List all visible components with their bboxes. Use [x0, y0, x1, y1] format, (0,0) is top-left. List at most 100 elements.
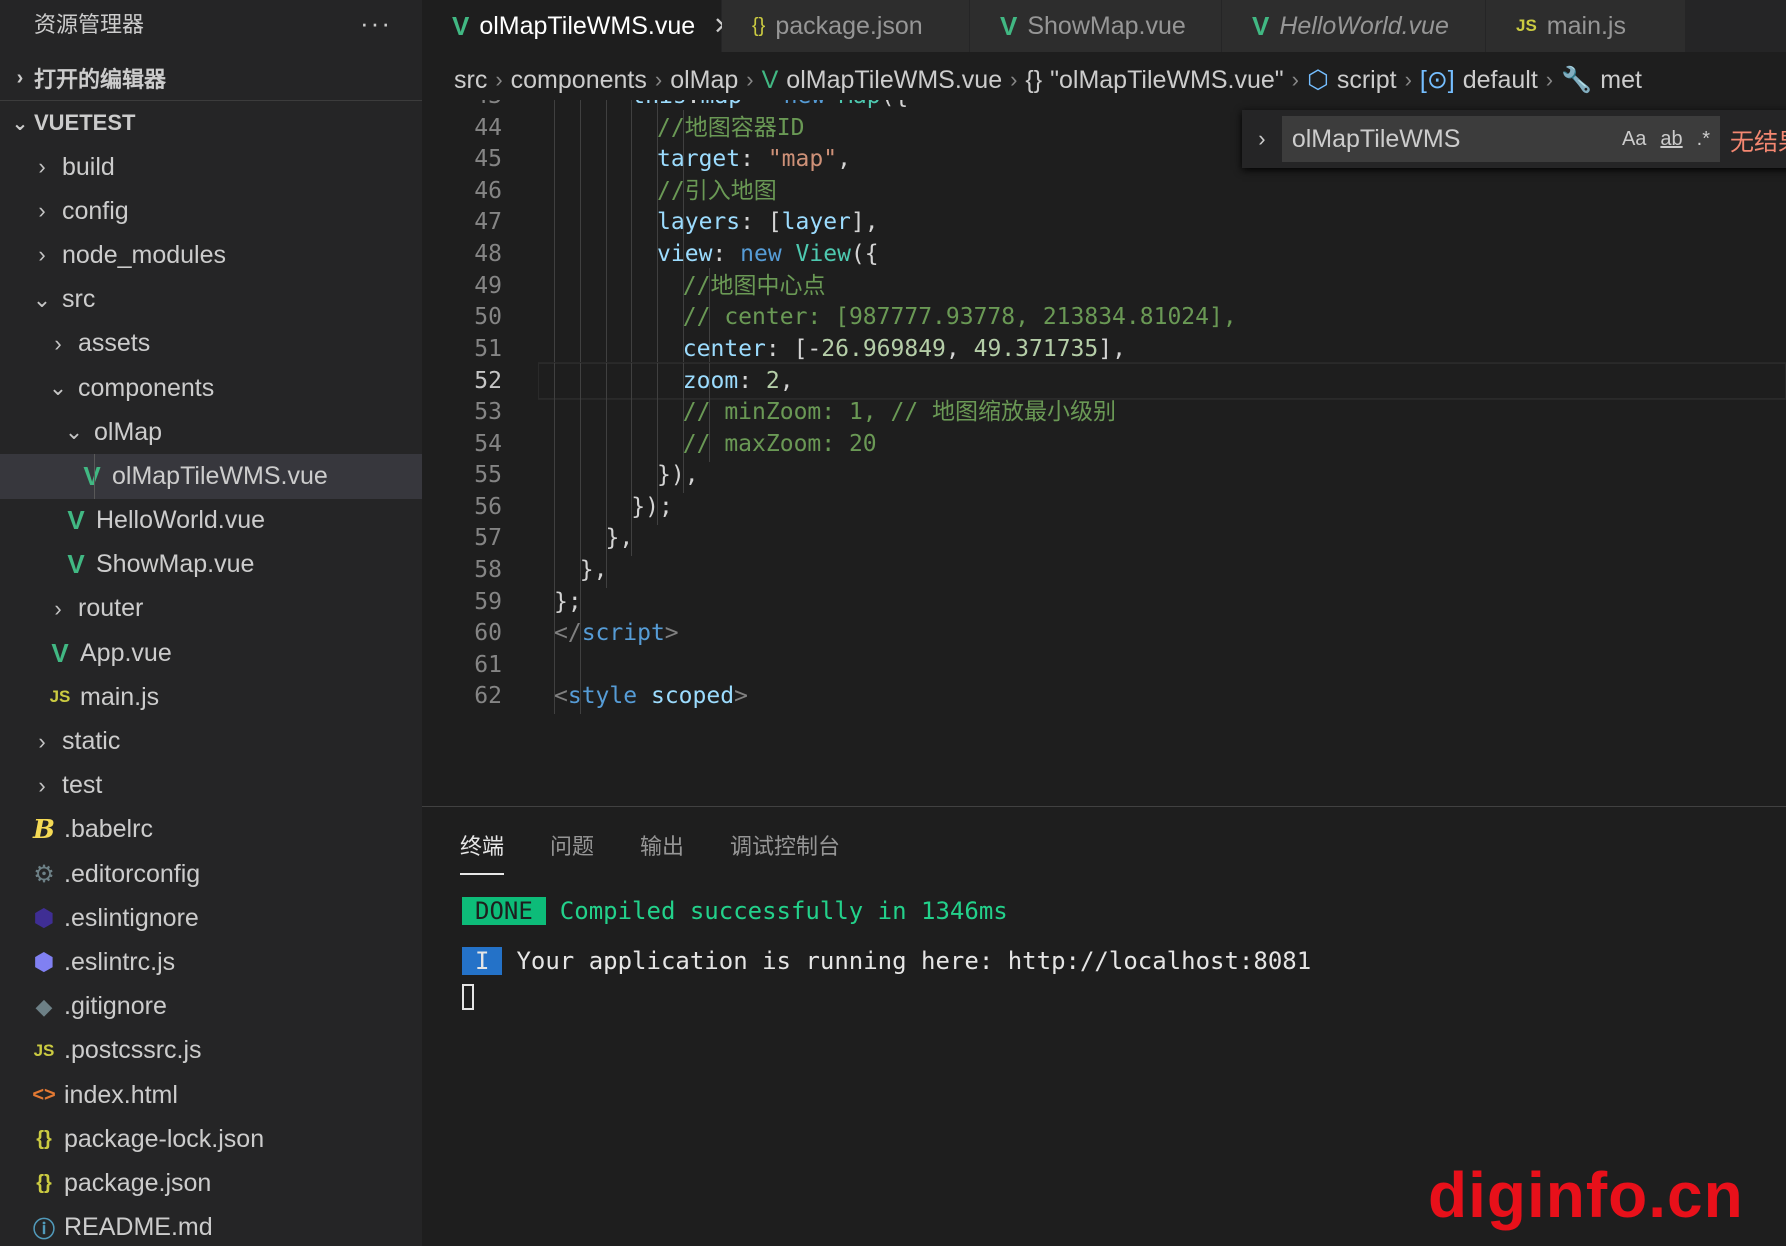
indent-guide — [554, 457, 555, 494]
tree-item-label: .eslintignore — [64, 903, 199, 932]
code-text: // minZoom: 1, // 地图缩放最小级别 — [683, 394, 1116, 430]
line-number: 44 — [474, 114, 502, 141]
breadcrumb-item[interactable]: script — [1337, 66, 1397, 95]
indent-guide — [631, 394, 633, 430]
editor-tab[interactable]: JS main.js — [1486, 0, 1686, 52]
match-case-icon[interactable]: Aa — [1622, 128, 1646, 151]
breadcrumb-icon: ⬡ — [1307, 66, 1329, 94]
find-input[interactable]: olMapTileWMS Aa ab .* — [1281, 116, 1720, 162]
json-icon: {} — [36, 1127, 52, 1150]
tree-item-label: package-lock.json — [64, 1124, 265, 1153]
indent-guide — [554, 172, 555, 209]
tree-item[interactable]: › build — [0, 145, 422, 189]
editor-tab[interactable]: V HelloWorld.vue — [1222, 0, 1486, 52]
indent-guide — [657, 267, 659, 304]
code-text: layers: [layer], — [657, 204, 879, 240]
breadcrumb-item[interactable]: "olMapTileWMS.vue" — [1050, 66, 1284, 95]
indent-guide — [94, 454, 95, 499]
panel-tab[interactable]: 终端 — [460, 829, 505, 875]
toggle-replace-icon[interactable]: › — [1242, 126, 1282, 152]
tree-item[interactable]: B .babelrc — [0, 808, 422, 852]
breadcrumb-item[interactable]: default — [1463, 66, 1538, 95]
tree-item[interactable]: V App.vue — [0, 631, 422, 675]
terminal[interactable]: DONE Compiled successfully in 1346ms I Y… — [422, 893, 1786, 1015]
tree-item[interactable]: › config — [0, 189, 422, 233]
tree-item[interactable]: › node_modules — [0, 233, 422, 277]
indent-guide — [579, 109, 581, 146]
indent-guide — [657, 330, 659, 367]
code-editor[interactable]: 43this.map = new Map({44//地图容器ID45target… — [422, 100, 1786, 806]
panel-tab[interactable]: 输出 — [640, 829, 684, 875]
tree-item[interactable]: {} package.json — [0, 1161, 422, 1205]
whole-word-icon[interactable]: ab — [1660, 128, 1682, 151]
json-icon: {} — [752, 14, 766, 37]
indent-guide — [657, 299, 659, 336]
tree-item[interactable]: ⌄ components — [0, 366, 422, 410]
code-token: : — [738, 368, 766, 395]
js-icon: JS — [49, 687, 71, 707]
tree-item[interactable]: JS .postcssrc.js — [0, 1029, 422, 1073]
breadcrumb-item[interactable]: olMapTileWMS.vue — [786, 66, 1002, 95]
indent-guide — [554, 236, 555, 272]
open-editors-section[interactable]: › 打开的编辑器 — [0, 56, 422, 101]
git-icon: ◆ — [35, 993, 53, 1019]
tree-item[interactable]: ◆ .gitignore — [0, 985, 422, 1029]
code-token: > — [734, 683, 748, 710]
tree-item[interactable]: ⬢ .eslintrc.js — [0, 940, 422, 984]
tree-item[interactable]: VolMapTileWMS.vue — [0, 454, 422, 499]
code-token: script — [581, 620, 665, 647]
editor-tab[interactable]: VolMapTileWMS.vue✕ — [422, 0, 733, 52]
workspace-section[interactable]: ⌄ VUETEST — [0, 101, 422, 145]
code-token: , — [945, 335, 974, 362]
tree-item-label: main.js — [80, 682, 160, 711]
panel-tabs: 终端 问题 输出 调试控制台 — [422, 807, 1786, 875]
code-text: // maxZoom: 20 — [683, 426, 877, 462]
breadcrumb-item[interactable]: met — [1600, 66, 1642, 95]
editor-tab[interactable]: V ShowMap.vue — [970, 0, 1222, 52]
code-token: 26.969849 — [821, 335, 946, 362]
code-token: // maxZoom: 20 — [682, 430, 877, 457]
tree-item-label: README.md — [64, 1213, 213, 1242]
indent-guide — [605, 488, 607, 525]
editor-tab[interactable]: {} package.json — [722, 0, 970, 52]
editor-tabs: VolMapTileWMS.vue✕ {} package.json V ShowMap… — [422, 0, 1786, 52]
explorer-sidebar: 资源管理器 ··· › 打开的编辑器 ⌄ VUETEST › build › conf… — [0, 0, 422, 1246]
chevron-down-icon: ⌄ — [64, 419, 84, 445]
code-text: target: "map", — [657, 141, 851, 177]
regex-icon[interactable]: .* — [1697, 128, 1710, 151]
indent-guide — [579, 488, 581, 525]
tree-item[interactable]: V ShowMap.vue — [0, 543, 422, 587]
indent-guide — [657, 425, 659, 462]
panel-tab[interactable]: 问题 — [550, 829, 594, 875]
tab-label: main.js — [1546, 11, 1626, 40]
tree-item[interactable]: {} package-lock.json — [0, 1117, 422, 1161]
line-number: 61 — [474, 651, 502, 678]
vue-icon: V — [67, 549, 85, 580]
indent-guide — [554, 394, 555, 430]
tree-item[interactable]: ⚙ .editorconfig — [0, 852, 422, 896]
tree-item[interactable]: ⬢ .eslintignore — [0, 896, 422, 940]
breadcrumb-item[interactable]: components — [511, 66, 647, 95]
tree-item[interactable]: › assets — [0, 322, 422, 366]
tree-item[interactable]: ⌄ olMap — [0, 410, 422, 454]
code-token: layers — [657, 209, 741, 236]
indent-guide — [605, 172, 607, 209]
tree-item[interactable]: JS main.js — [0, 675, 422, 719]
code-token: new — [784, 100, 826, 109]
eslint-ignore-icon: ⬢ — [33, 904, 55, 932]
breadcrumb-item[interactable]: src — [454, 66, 487, 95]
more-actions-icon[interactable]: ··· — [360, 8, 392, 39]
indent-guide — [605, 267, 607, 304]
tree-item[interactable]: V HelloWorld.vue — [0, 499, 422, 543]
tree-item[interactable]: ⌄ src — [0, 278, 422, 322]
tree-item[interactable]: › static — [0, 719, 422, 763]
tree-item[interactable]: <> index.html — [0, 1073, 422, 1117]
indent-guide — [579, 236, 581, 272]
code-token: layer — [781, 209, 851, 236]
tree-item[interactable]: ⓘ README.md — [0, 1206, 422, 1246]
tree-item[interactable]: › router — [0, 587, 422, 631]
breadcrumb-item[interactable]: olMap — [670, 66, 738, 95]
panel-tab[interactable]: 调试控制台 — [730, 829, 840, 875]
tree-item[interactable]: › test — [0, 764, 422, 808]
